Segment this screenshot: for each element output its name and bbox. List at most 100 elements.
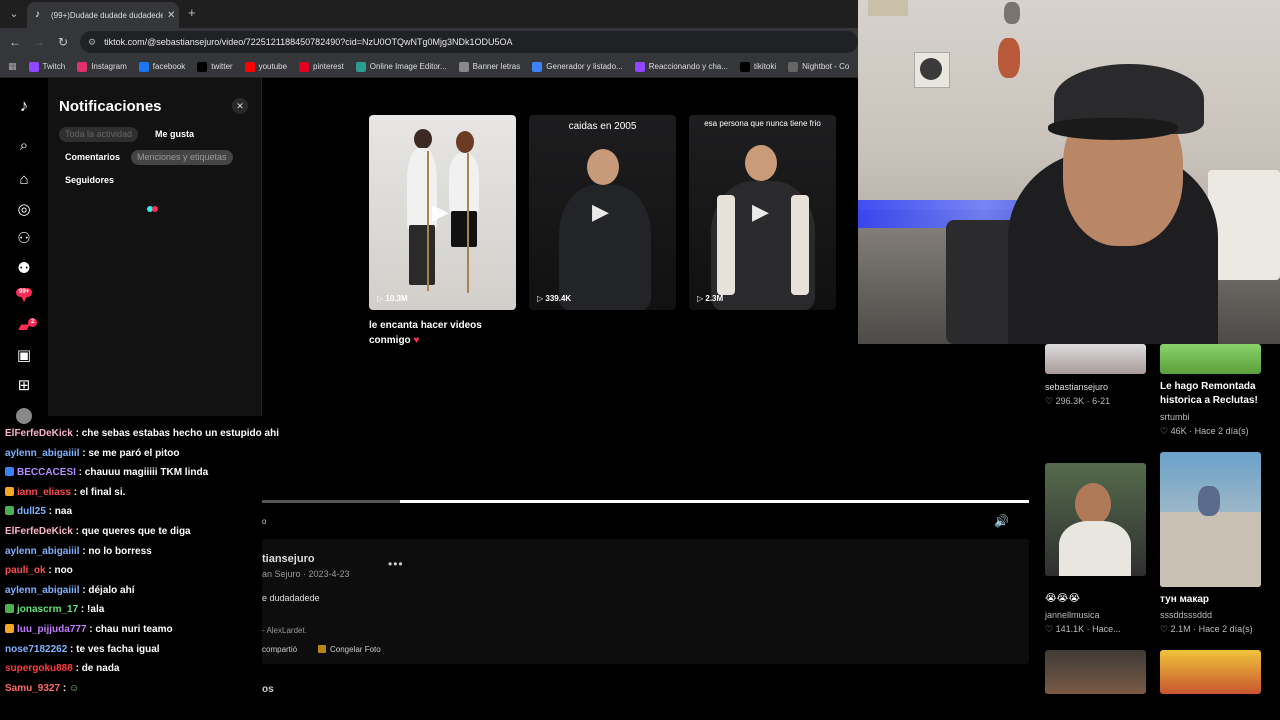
- chip-mentions[interactable]: Menciones y etiquetas: [131, 150, 233, 165]
- freeze-photo-link[interactable]: Congelar Foto: [318, 645, 381, 654]
- chat-text: noo: [54, 565, 73, 577]
- chat-text: de nada: [81, 663, 120, 675]
- loading-spinner: [147, 206, 161, 212]
- bookmark-item[interactable]: Banner letras: [458, 61, 521, 72]
- views-count: ▷ 10.3M: [377, 294, 408, 303]
- site-info-icon[interactable]: ⚙: [88, 37, 96, 48]
- video-description: le encanta hacer videos conmigo ♥: [369, 320, 482, 346]
- live-icon[interactable]: ▣: [14, 346, 34, 366]
- bookmark-label: Banner letras: [472, 62, 521, 71]
- chip-likes[interactable]: Me gusta: [149, 127, 200, 142]
- chat-username[interactable]: dull25: [17, 506, 46, 517]
- video-thumbnail-2[interactable]: caidas en 2005 ▶ ▷ 339.4K: [529, 115, 676, 310]
- chip-all-activity[interactable]: Toda la actividad: [59, 127, 139, 142]
- chat-message: pauli_ok : noo: [5, 565, 73, 577]
- chat-username[interactable]: ElFerfeDeKick: [5, 428, 73, 439]
- following-icon[interactable]: ⚇: [14, 229, 34, 249]
- chat-message: luu_pijjuda777 : chau nuri teamo: [5, 624, 173, 635]
- back-icon[interactable]: ←: [8, 35, 22, 49]
- chat-text: el final si.: [79, 486, 126, 498]
- tab-close-icon[interactable]: ✕: [167, 10, 175, 21]
- video-thumbnail-1[interactable]: ▶ ▷ 10.3M: [369, 115, 516, 310]
- video-caption: caidas en 2005: [568, 121, 637, 132]
- bookmark-item[interactable]: pinterest: [299, 61, 344, 72]
- video-thumbnail-3[interactable]: esa persona que nunca tiene frio ▶ ▷ 2.3…: [689, 115, 836, 310]
- bookmark-label: facebook: [152, 62, 186, 71]
- chat-username[interactable]: supergoku888: [5, 663, 73, 674]
- tiktok-logo-icon[interactable]: ♪: [14, 96, 34, 116]
- reload-icon[interactable]: ↻: [56, 35, 70, 49]
- comments-tab[interactable]: os: [262, 684, 274, 695]
- bookmark-favicon-icon: [28, 61, 39, 72]
- grid-video-1-likes: ♡ 296.3K · 6-21: [1045, 396, 1111, 406]
- chat-text: che sebas estabas hecho un estupido ahi: [81, 428, 279, 439]
- grid-video-2-likes: ♡ 46K · Hace 2 día(s): [1160, 426, 1249, 436]
- bookmark-item[interactable]: Twitch: [28, 61, 66, 72]
- chat-text: chauuu magiiiii TKM linda: [84, 467, 209, 479]
- chat-username[interactable]: iann_eliass: [17, 487, 71, 498]
- friends-icon[interactable]: ⚉: [14, 259, 34, 279]
- close-icon[interactable]: ✕: [232, 98, 248, 114]
- chat-username[interactable]: ElFerfeDeKick: [5, 526, 73, 537]
- bookmark-item[interactable]: Generador y listado...: [532, 61, 623, 72]
- grid-video-6[interactable]: [1160, 650, 1261, 694]
- play-icon: ▶: [592, 199, 609, 224]
- bookmark-item[interactable]: facebook: [138, 61, 186, 72]
- author-username[interactable]: tiansejuro: [262, 553, 315, 565]
- bookmark-item[interactable]: Reaccionando y cha...: [634, 61, 728, 72]
- browser-tab[interactable]: ♪ (99+)Dudade dudade dudadede ✕: [27, 2, 179, 28]
- new-tab-icon[interactable]: +: [188, 6, 196, 20]
- freeze-photo-icon: [318, 645, 326, 653]
- grid-video-4-title: тун макар: [1160, 594, 1210, 605]
- grid-video-1-author: sebastiansejuro: [1045, 382, 1109, 392]
- grid-video-2[interactable]: [1160, 344, 1261, 374]
- chip-followers[interactable]: Seguidores: [59, 173, 120, 188]
- chat-username[interactable]: luu_pijjuda777: [17, 624, 86, 635]
- messages-badge: 2: [28, 318, 38, 327]
- bookmark-item[interactable]: Instagram: [77, 61, 127, 72]
- chat-username[interactable]: pauli_ok: [5, 565, 46, 576]
- play-icon: ▶: [432, 199, 449, 224]
- player-time: o: [262, 517, 267, 526]
- chat-username[interactable]: jonascrm_17: [17, 604, 78, 615]
- bookmark-item[interactable]: Nightbot - Co: [788, 61, 849, 72]
- chat-username[interactable]: aylenn_abigaiiil: [5, 546, 79, 557]
- bookmark-label: tikitoki: [753, 62, 777, 71]
- volume-icon[interactable]: 🔊: [994, 514, 1009, 528]
- tab-search-icon[interactable]: ⌄: [6, 6, 22, 22]
- bookmark-item[interactable]: twitter: [197, 61, 233, 72]
- apps-grid-icon[interactable]: ▦: [8, 61, 17, 72]
- emote-icon: ☺: [68, 682, 80, 694]
- grid-video-4[interactable]: [1160, 452, 1261, 587]
- chat-username[interactable]: aylenn_abigaiiil: [5, 585, 79, 596]
- chat-message: dull25 : naa: [5, 506, 72, 517]
- bookmark-item[interactable]: youtube: [244, 61, 287, 72]
- grid-video-5[interactable]: [1045, 650, 1146, 694]
- bookmark-item[interactable]: Online Image Editor...: [355, 61, 447, 72]
- grid-video-4-likes: ♡ 2.1M · Hace 2 día(s): [1160, 624, 1253, 634]
- bookmark-item[interactable]: tikitoki: [739, 61, 777, 72]
- bookmark-favicon-icon: [244, 61, 255, 72]
- grid-video-1[interactable]: [1045, 344, 1146, 374]
- chat-username[interactable]: BECCACESI: [17, 467, 76, 478]
- webcam-overlay: [858, 0, 1280, 344]
- chat-username[interactable]: aylenn_abigaiiil: [5, 448, 79, 459]
- grid-video-3[interactable]: [1045, 463, 1146, 576]
- video-progress-bar[interactable]: [262, 500, 1029, 503]
- forward-icon[interactable]: →: [32, 35, 46, 49]
- more-options-icon[interactable]: •••: [388, 557, 404, 571]
- views-count: ▷ 339.4K: [537, 294, 572, 303]
- address-bar[interactable]: ⚙ tiktok.com/@sebastiansejuro/video/7225…: [80, 31, 858, 53]
- bookmark-label: Twitch: [42, 62, 66, 71]
- upload-icon[interactable]: ⊞: [14, 376, 34, 396]
- notifications-badge: 99+: [16, 288, 33, 297]
- chat-username[interactable]: Samu_9327: [5, 683, 60, 694]
- chat-username[interactable]: nose7182262: [5, 644, 67, 655]
- search-icon[interactable]: ⌕: [14, 136, 34, 156]
- music-credit[interactable]: - AlexLardet.: [262, 626, 307, 635]
- profile-avatar[interactable]: [16, 408, 32, 424]
- views-count: ▷ 2.3M: [697, 294, 724, 303]
- chip-comments[interactable]: Comentarios: [59, 150, 126, 165]
- explore-icon[interactable]: ◎: [14, 200, 34, 220]
- home-icon[interactable]: ⌂: [14, 170, 34, 190]
